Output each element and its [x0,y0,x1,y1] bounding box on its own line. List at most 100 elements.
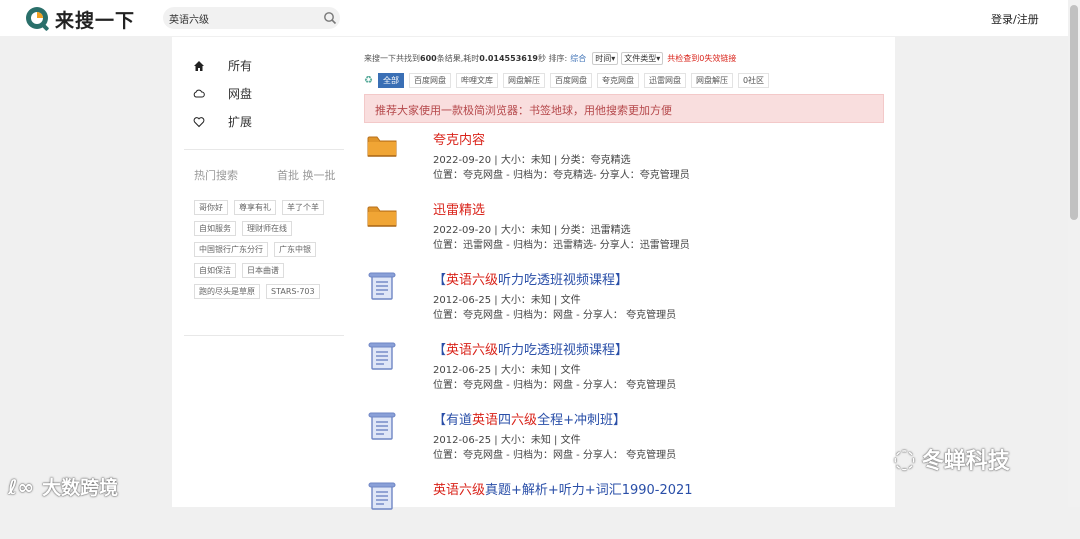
result-title-link[interactable]: 【有道英语四六级全程+冲刺班】 [433,409,626,428]
result-meta: 2012-06-25 | 大小：未知 | 文件 [433,365,581,376]
result-title-part: 【 [433,343,447,358]
logo-text: 来搜一下 [55,9,136,32]
hot-tag[interactable]: 中国银行广东分行 [194,242,268,257]
search-box [163,7,340,29]
cloud-icon [193,89,205,97]
watermark-right-text: 冬蝉科技 [921,449,1010,474]
result-location: 位置：夸克网盘 - 归档为：网盘 - 分享人： 夸克管理员 [433,450,677,461]
site-logo[interactable]: 来搜一下 [24,4,135,34]
sidebar-item-extend[interactable]: 扩展 [193,113,252,130]
sort-time-dropdown[interactable]: 时间▾ [592,52,619,65]
result-title-link[interactable]: 迅雷精选 [433,199,485,218]
invalid-links-notice: 共检查到0失效链接 [667,54,737,63]
result-stats: 来搜一下共找到 600 条结果,耗时 0.014553619 秒 排序: 综合 … [364,52,736,65]
filter-bili-wenku[interactable]: 哔哩文库 [455,73,498,88]
watermark-left-text: 大数跨境 [42,477,119,499]
alert-text: 推荐大家使用一款极简浏览器：书签地球，用他搜索更加方便 [375,104,672,117]
hot-search-refresh[interactable]: 首批 换一批 [277,167,336,183]
result-title-part: 夸克内容 [433,133,486,148]
result-title-part: 听力吃透班视频课程】 [498,343,629,358]
sort-default-link[interactable]: 综合 [570,53,586,64]
result-title-link[interactable]: 英语六级真题+解析+听力+词汇1990-2021 [433,479,693,498]
browser-recommendation-alert: 推荐大家使用一款极简浏览器：书签地球，用他搜索更加方便 [364,94,884,123]
filter-baidu-pan[interactable]: 百度网盘 [408,73,451,88]
logo-magnifier-icon [26,7,49,31]
result-title-link[interactable]: 夸克内容 [433,129,485,148]
hot-tag[interactable]: STARS-703 [266,284,320,299]
document-icon [367,412,397,440]
hot-tag[interactable]: 自如服务 [194,221,236,236]
filter-xunlei-pan[interactable]: 迅雷网盘 [643,73,686,88]
result-title-part: 【有道 [433,413,473,428]
document-icon [367,482,397,510]
result-item: 【英语六级听力吃透班视频课程】 2012-06-25 | 大小：未知 | 文件位置… [364,269,884,329]
filter-baidu-pan-2[interactable]: 百度网盘 [549,73,592,88]
sidebar-divider [184,149,344,150]
document-icon [367,272,397,300]
stats-prefix: 来搜一下共找到 [364,54,420,63]
scrollbar-thumb[interactable] [1070,5,1078,220]
result-item: 迅雷精选 2022-09-20 | 大小：未知 | 分类：迅雷精选位置：迅雷网盘 … [364,199,884,259]
elapsed-time: 0.014553619 [479,54,538,63]
caret-down-icon: ▾ [611,54,616,63]
sidebar-item-all[interactable]: 所有 [193,57,252,74]
filter-pan-unzip[interactable]: 网盘解压 [502,73,545,88]
result-title-part: 真题+解析+听力+词汇1990-2021 [485,483,693,498]
result-title-link[interactable]: 【英语六级听力吃透班视频课程】 [433,269,628,288]
file-type-label: 文件类型 [624,54,657,63]
hot-tag[interactable]: 日本曲谱 [242,263,284,278]
sidebar-item-label: 扩展 [228,115,253,129]
result-meta: 2022-09-20 | 大小：未知 | 分类：迅雷精选 [433,225,631,236]
top-bar: 来搜一下 登录/注册 [0,0,1068,36]
result-title-part: 英语 [472,413,499,428]
result-title-part: 迅雷精选 [433,203,486,218]
result-location: 位置：夸克网盘 - 归档为：网盘 - 分享人： 夸克管理员 [433,310,677,321]
document-icon [367,342,397,370]
sidebar-item-label: 所有 [228,59,253,73]
result-item: 【有道英语四六级全程+冲刺班】 2012-06-25 | 大小：未知 | 文件位置… [364,409,884,469]
sidebar-item-label: 网盘 [228,87,253,101]
hot-tag[interactable]: 跑的尽头是草原 [194,284,260,299]
hot-tags: 哥你好 尊享有礼 羊了个羊 自如服务 理财师在线 中国银行广东分行 广东中银 自… [194,200,344,299]
result-meta: 2022-09-20 | 大小：未知 | 分类：夸克精选 [433,155,631,166]
result-title-part: 英语六级 [433,483,486,498]
caret-down-icon: ▾ [656,54,661,63]
filter-quark-pan[interactable]: 夸克网盘 [596,73,639,88]
sort-time-label: 时间 [595,54,612,63]
watermark-left: ℓ∞ 大数跨境 [8,473,118,500]
filter-community[interactable]: 0社区 [737,73,770,88]
result-title-part: 听力吃透班视频课程】 [498,273,629,288]
stats-middle: 条结果,耗时 [436,54,480,63]
sidebar-divider [184,335,344,336]
heart-icon [193,116,205,127]
watermark-right: ◌ 冬蝉科技 [893,443,1010,475]
hot-tag[interactable]: 羊了个羊 [282,200,324,215]
home-icon [194,60,204,71]
file-type-dropdown[interactable]: 文件类型▾ [621,52,664,65]
watermark-logo-icon: ℓ∞ [8,474,35,499]
filter-all[interactable]: 全部 [377,73,404,88]
hot-tag[interactable]: 尊享有礼 [234,200,276,215]
filter-pan-unzip-2[interactable]: 网盘解压 [690,73,733,88]
wechat-icon: ◌ [893,444,916,474]
result-location: 位置：夸克网盘 - 归档为：网盘 - 分享人： 夸克管理员 [433,380,677,391]
result-location: 位置：迅雷网盘 - 归档为：迅雷精选- 分享人：迅雷管理员 [433,240,690,251]
hot-tag[interactable]: 自如保洁 [194,263,236,278]
search-input[interactable] [163,7,319,29]
hot-tag[interactable]: 理财师在线 [242,221,292,236]
hot-tag[interactable]: 哥你好 [194,200,228,215]
hot-tag[interactable]: 广东中银 [274,242,316,257]
result-title-part: 英语六级 [446,343,499,358]
hot-search-title: 热门搜索 [194,169,238,182]
login-register-link[interactable]: 登录/注册 [991,11,1039,27]
result-meta: 2012-06-25 | 大小：未知 | 文件 [433,435,581,446]
result-title-part: 【 [433,273,447,288]
result-title-part: 全程+冲刺班】 [537,413,626,428]
search-icon[interactable] [323,11,337,25]
sidebar-item-netdisk[interactable]: 网盘 [193,85,252,102]
result-meta: 2012-06-25 | 大小：未知 | 文件 [433,295,581,306]
result-title-link[interactable]: 【英语六级听力吃透班视频课程】 [433,339,628,358]
folder-icon [367,202,397,230]
result-count: 600 [420,54,437,63]
category-filters: ♻ 全部 百度网盘 哔哩文库 网盘解压 百度网盘 夸克网盘 迅雷网盘 网盘解压 … [364,73,774,88]
